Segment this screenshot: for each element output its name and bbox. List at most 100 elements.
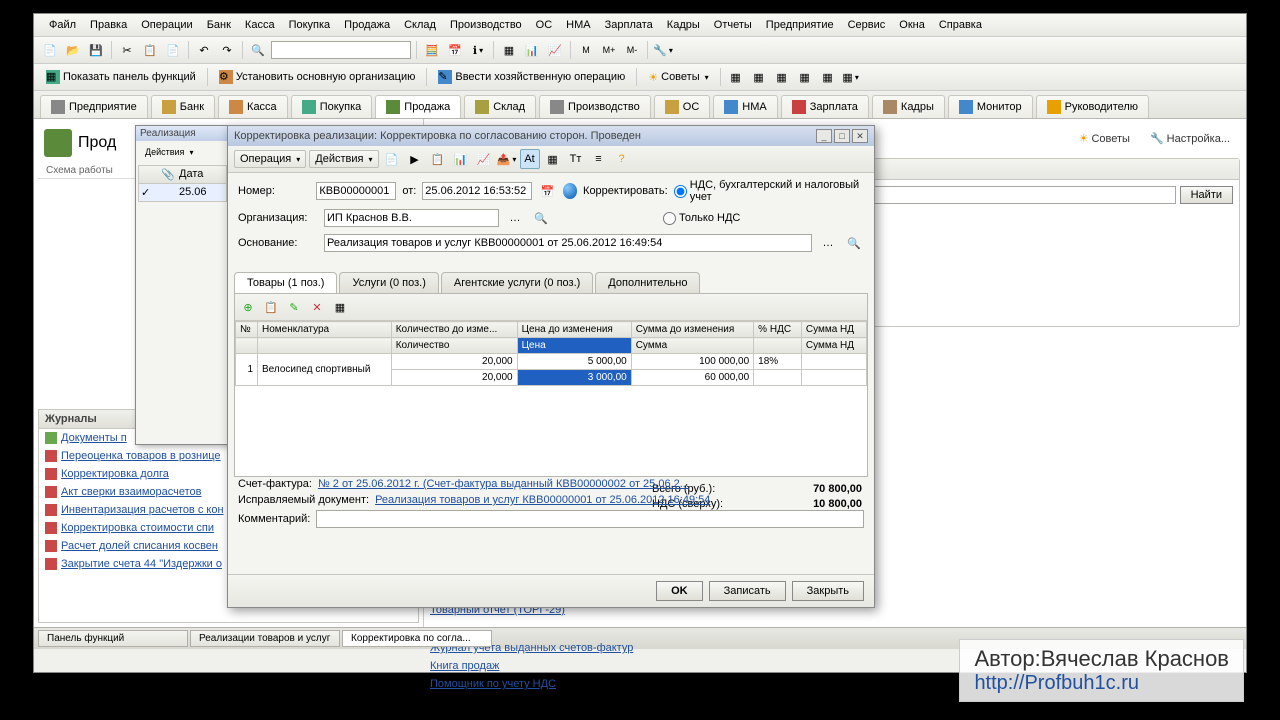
mminus-icon[interactable]: М- bbox=[622, 40, 642, 60]
tab-goods[interactable]: Товары (1 поз.) bbox=[234, 272, 337, 293]
date-input[interactable] bbox=[422, 182, 532, 200]
menu-nma[interactable]: НМА bbox=[559, 16, 597, 34]
tools-icon[interactable]: 🔧 bbox=[653, 40, 673, 60]
journal-link[interactable]: Акт сверки взаиморасчетов bbox=[61, 486, 202, 498]
paste-icon[interactable]: 📄 bbox=[163, 40, 183, 60]
write-button[interactable]: Записать bbox=[709, 581, 786, 601]
menu-prod[interactable]: Производство bbox=[443, 16, 529, 34]
minimize-icon[interactable]: _ bbox=[816, 129, 832, 143]
radio-full[interactable] bbox=[674, 185, 687, 198]
tb-icon[interactable]: At bbox=[520, 149, 540, 169]
menu-stock[interactable]: Склад bbox=[397, 16, 443, 34]
copy-icon[interactable]: 📋 bbox=[140, 40, 160, 60]
tips-link[interactable]: ☀Советы bbox=[1073, 129, 1136, 148]
tb2-icon6[interactable]: ▦ bbox=[841, 67, 861, 87]
search-icon[interactable]: 🔍 bbox=[531, 208, 551, 228]
actions-menu[interactable]: Действия bbox=[309, 150, 378, 168]
tb2-icon2[interactable]: ▦ bbox=[749, 67, 769, 87]
menu-reports[interactable]: Отчеты bbox=[707, 16, 759, 34]
cut-icon[interactable]: ✂ bbox=[117, 40, 137, 60]
journal-link[interactable]: Закрытие счета 44 "Издержки о bbox=[61, 558, 222, 570]
tab-agent[interactable]: Агентские услуги (0 поз.) bbox=[441, 272, 593, 293]
manual-op-button[interactable]: ✎Ввести хозяйственную операцию bbox=[432, 67, 631, 87]
operation-menu[interactable]: Операция bbox=[234, 150, 306, 168]
tips-button[interactable]: ☀Советы bbox=[642, 68, 714, 87]
m-icon[interactable]: М bbox=[576, 40, 596, 60]
base-input[interactable] bbox=[324, 234, 812, 252]
tb-icon[interactable]: 📄 bbox=[382, 149, 402, 169]
search-icon[interactable]: 🔍 bbox=[248, 40, 268, 60]
tab-extra[interactable]: Дополнительно bbox=[595, 272, 700, 293]
tab-sell[interactable]: Продажа bbox=[375, 95, 461, 118]
settings-link[interactable]: 🔧Настройка... bbox=[1144, 129, 1236, 148]
info-icon[interactable]: ℹ bbox=[468, 40, 488, 60]
calendar-icon[interactable]: 📅 bbox=[445, 40, 465, 60]
select-icon[interactable]: … bbox=[818, 233, 838, 253]
maximize-icon[interactable]: □ bbox=[834, 129, 850, 143]
tab-nma[interactable]: НМА bbox=[713, 95, 777, 118]
del-icon[interactable]: ▦ bbox=[330, 297, 350, 317]
open-icon[interactable]: 📂 bbox=[63, 40, 83, 60]
tab-monitor[interactable]: Монитор bbox=[948, 95, 1033, 118]
radio-vat[interactable] bbox=[663, 212, 676, 225]
grid-icon[interactable]: ▦ bbox=[499, 40, 519, 60]
tab-services[interactable]: Услуги (0 поз.) bbox=[339, 272, 438, 293]
journal-link[interactable]: Корректировка долга bbox=[61, 468, 169, 480]
report-icon[interactable]: 📈 bbox=[545, 40, 565, 60]
menu-bank[interactable]: Банк bbox=[200, 16, 238, 34]
tab-prod[interactable]: Производство bbox=[539, 95, 651, 118]
calc-icon[interactable]: 🧮 bbox=[422, 40, 442, 60]
close-button[interactable]: Закрыть bbox=[792, 581, 864, 601]
row-date[interactable]: 25.06 bbox=[179, 186, 207, 199]
menu-edit[interactable]: Правка bbox=[83, 16, 134, 34]
tab-manager[interactable]: Руководителю bbox=[1036, 95, 1149, 118]
menu-windows[interactable]: Окна bbox=[892, 16, 932, 34]
journal-link[interactable]: Корректировка стоимости спи bbox=[61, 522, 214, 534]
tb-icon[interactable]: ≡ bbox=[589, 149, 609, 169]
tb2-icon4[interactable]: ▦ bbox=[795, 67, 815, 87]
ok-button[interactable]: OK bbox=[656, 581, 703, 601]
tb-icon[interactable]: 📊 bbox=[451, 149, 471, 169]
tb-icon[interactable]: ▦ bbox=[543, 149, 563, 169]
menu-kassa[interactable]: Касса bbox=[238, 16, 282, 34]
menu-help[interactable]: Справка bbox=[932, 16, 989, 34]
tb-icon[interactable]: Tт bbox=[566, 149, 586, 169]
mplus-icon[interactable]: М+ bbox=[599, 40, 619, 60]
menu-buy[interactable]: Покупка bbox=[282, 16, 338, 34]
journal-link[interactable]: Инвентаризация расчетов с кон bbox=[61, 504, 224, 516]
redo-icon[interactable]: ↷ bbox=[217, 40, 237, 60]
tab-salary[interactable]: Зарплата bbox=[781, 95, 869, 118]
set-org-button[interactable]: ⚙Установить основную организацию bbox=[213, 67, 422, 87]
task-panel[interactable]: Панель функций bbox=[38, 630, 188, 647]
tb-icon[interactable]: 📈 bbox=[474, 149, 494, 169]
add-icon[interactable]: ⊕ bbox=[238, 297, 258, 317]
tb-icon[interactable]: 📋 bbox=[428, 149, 448, 169]
delete-icon[interactable]: ✕ bbox=[307, 297, 327, 317]
help-icon[interactable]: ? bbox=[612, 149, 632, 169]
close-icon[interactable]: ✕ bbox=[852, 129, 868, 143]
menu-service[interactable]: Сервис bbox=[841, 16, 893, 34]
select-icon[interactable]: … bbox=[505, 208, 525, 228]
task-corr[interactable]: Корректировка по согла... bbox=[342, 630, 492, 647]
tab-hr[interactable]: Кадры bbox=[872, 95, 945, 118]
search-icon[interactable]: 🔍 bbox=[844, 233, 864, 253]
tab-stock[interactable]: Склад bbox=[464, 95, 536, 118]
save-icon[interactable]: 💾 bbox=[86, 40, 106, 60]
fixdoc-link[interactable]: Реализация товаров и услуг КВВ00000001 о… bbox=[375, 494, 710, 506]
journal-link[interactable]: Документы п bbox=[61, 432, 127, 444]
find-button[interactable]: Найти bbox=[1180, 186, 1233, 204]
tab-kassa[interactable]: Касса bbox=[218, 95, 288, 118]
calendar-icon[interactable]: 📅 bbox=[538, 181, 556, 201]
tab-enterprise[interactable]: Предприятие bbox=[40, 95, 148, 118]
menu-sell[interactable]: Продажа bbox=[337, 16, 397, 34]
menu-ent[interactable]: Предприятие bbox=[759, 16, 841, 34]
menu-file[interactable]: Файл bbox=[42, 16, 83, 34]
tab-bank[interactable]: Банк bbox=[151, 95, 215, 118]
tab-buy[interactable]: Покупка bbox=[291, 95, 373, 118]
journal-link[interactable]: Расчет долей списания косвен bbox=[61, 540, 218, 552]
comment-input[interactable] bbox=[316, 510, 864, 528]
tb2-icon1[interactable]: ▦ bbox=[726, 67, 746, 87]
journal-link[interactable]: Переоценка товаров в рознице bbox=[61, 450, 221, 462]
chart-icon[interactable]: 📊 bbox=[522, 40, 542, 60]
actions-menu[interactable]: Действия bbox=[139, 144, 199, 160]
